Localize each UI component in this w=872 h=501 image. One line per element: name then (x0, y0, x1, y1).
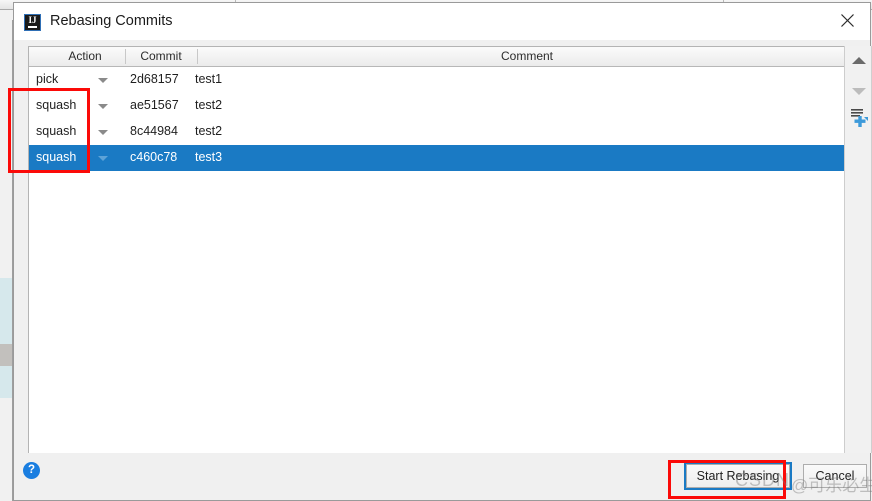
arrow-up-icon (852, 57, 866, 64)
background-left-panel (0, 10, 13, 501)
action-dropdown[interactable]: pick (36, 67, 114, 93)
dialog-footer: ? Start Rebasing Cancel (14, 453, 870, 500)
close-button[interactable] (825, 3, 870, 39)
action-dropdown-value: pick (36, 72, 59, 86)
commit-hash: c460c78 (130, 150, 178, 164)
action-dropdown-value: squash (36, 150, 77, 164)
commit-hash: 2d68157 (130, 72, 179, 86)
arrow-down-icon (852, 88, 866, 95)
table-row-selected[interactable]: squash c460c78 test3 (29, 145, 856, 171)
commit-hash: ae51567 (130, 98, 179, 112)
commit-comment: test3 (195, 150, 223, 164)
rebasing-commits-dialog: IJ Rebasing Commits Action Commit Commen… (13, 2, 872, 501)
dialog-title: Rebasing Commits (50, 13, 173, 29)
close-icon (841, 14, 854, 27)
squash-commits-button[interactable] (847, 106, 871, 130)
move-up-button[interactable] (847, 50, 871, 74)
cancel-button[interactable]: Cancel (803, 464, 867, 488)
action-dropdown-value: squash (36, 98, 77, 112)
action-dropdown[interactable]: squash (36, 119, 114, 145)
table-body: pick 2d68157 test1 squash ae51567 test2 … (29, 67, 856, 453)
commit-comment: test2 (195, 124, 223, 138)
table-header-row: Action Commit Comment (29, 47, 856, 67)
column-header-comment[interactable]: Comment (198, 47, 856, 66)
squash-merge-icon (851, 109, 868, 127)
move-down-button[interactable] (847, 78, 871, 102)
start-rebasing-button[interactable]: Start Rebasing (684, 462, 792, 490)
action-dropdown[interactable]: squash (36, 145, 114, 171)
commit-comment: test2 (195, 98, 223, 112)
help-icon: ? (27, 464, 36, 476)
intellij-idea-logo-icon: IJ (24, 14, 41, 31)
app-icon-underline (28, 26, 37, 28)
chevron-down-icon (98, 104, 108, 109)
commit-hash: 8c44984 (130, 124, 178, 138)
table-side-toolbar (844, 46, 872, 453)
column-header-commit[interactable]: Commit (126, 47, 196, 66)
action-dropdown[interactable]: squash (36, 93, 114, 119)
action-dropdown-value: squash (36, 124, 77, 138)
chevron-down-icon (98, 156, 108, 161)
commit-comment: test1 (195, 72, 223, 86)
chevron-down-icon (98, 130, 108, 135)
table-row[interactable]: squash ae51567 test2 (29, 93, 856, 119)
help-button[interactable]: ? (23, 462, 40, 479)
commits-table: Action Commit Comment pick 2d68157 test1… (28, 46, 857, 453)
table-row[interactable]: squash 8c44984 test2 (29, 119, 856, 145)
column-header-action[interactable]: Action (46, 47, 124, 66)
table-row[interactable]: pick 2d68157 test1 (29, 67, 856, 93)
chevron-down-icon (98, 78, 108, 83)
dialog-titlebar: IJ Rebasing Commits (14, 3, 870, 40)
app-icon-text: IJ (28, 15, 37, 25)
